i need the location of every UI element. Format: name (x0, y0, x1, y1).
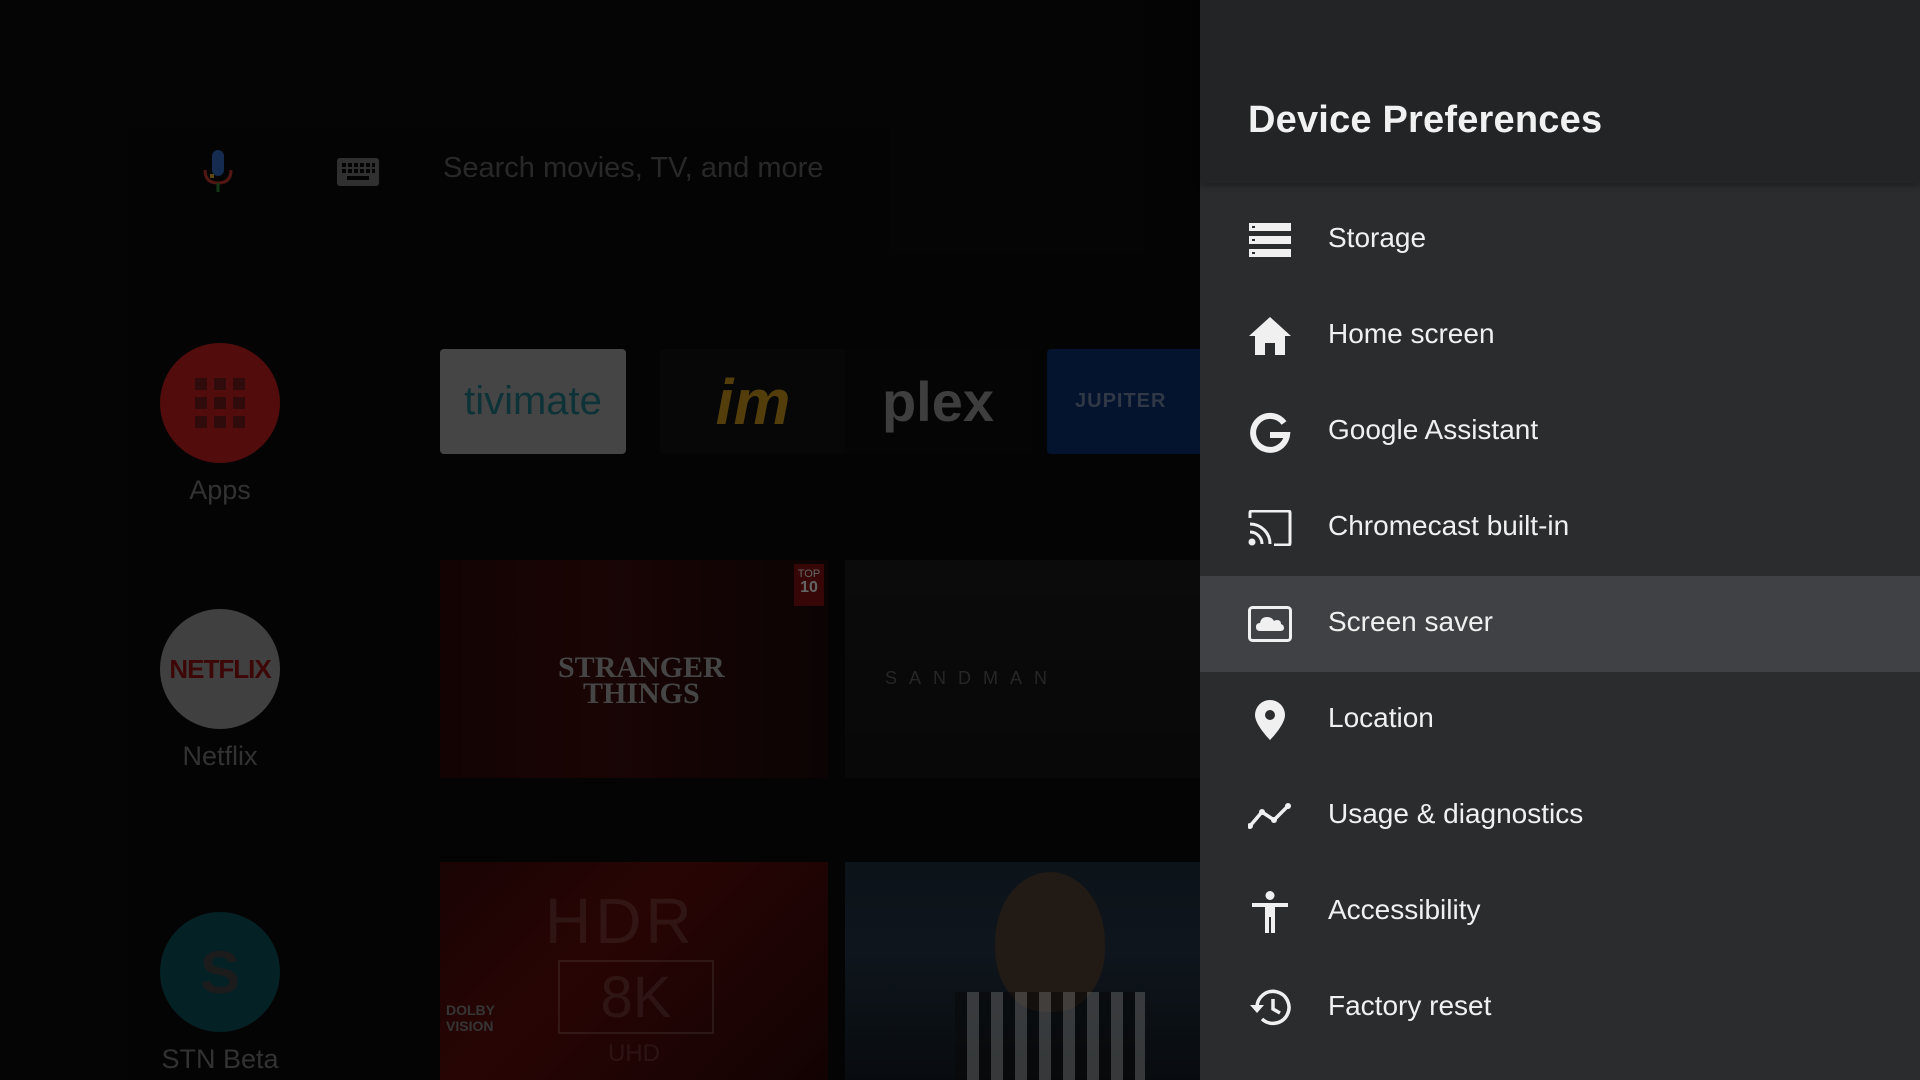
video-thumbnail-card[interactable] (845, 862, 1205, 1080)
menu-item-accessibility[interactable]: Accessibility (1200, 864, 1920, 960)
uhd-text: UHD (608, 1040, 660, 1067)
stn-beta-shortcut[interactable]: S STN Beta (160, 912, 280, 1075)
home-icon (1248, 316, 1292, 356)
menu-item-usage-diagnostics[interactable]: Usage & diagnostics (1200, 768, 1920, 864)
stranger-things-title: STRANGER THINGS (558, 651, 725, 710)
thumbnail-shirt (955, 992, 1145, 1080)
storage-icon (1248, 220, 1292, 260)
preferences-menu: Storage Home screen Google Assistant Chr… (1200, 192, 1920, 1056)
device-preferences-panel: Device Preferences Storage Home screen G… (1200, 0, 1920, 1080)
menu-label-home-screen: Home screen (1328, 318, 1495, 349)
hdr-8k-demo-card[interactable]: HDR 8K DOLBY VISION UHD (440, 862, 828, 1080)
accessibility-icon (1248, 891, 1292, 933)
menu-label-chromecast: Chromecast built-in (1328, 510, 1570, 541)
tivimate-logo: tivimate (464, 379, 602, 423)
sandman-title: SANDMAN (885, 668, 1060, 688)
dolby-vision-logo: DOLBY VISION (446, 1002, 495, 1034)
stranger-things-card[interactable]: STRANGER THINGS TOP 10 (440, 560, 828, 778)
menu-item-google-assistant[interactable]: Google Assistant (1200, 384, 1920, 480)
plex-logo: plex (881, 370, 995, 433)
thumbnail-face (995, 872, 1105, 1012)
im-logo: im (715, 365, 791, 438)
search-input[interactable]: Search movies, TV, and more (443, 152, 823, 185)
netflix-logo: NETFLIX (160, 609, 280, 729)
menu-item-home-screen[interactable]: Home screen (1200, 288, 1920, 384)
menu-label-screen-saver: Screen saver (1328, 606, 1493, 637)
menu-label-usage-diagnostics: Usage & diagnostics (1328, 798, 1584, 829)
jupiter-app-tile[interactable]: JUPITER (1047, 349, 1207, 454)
sandman-card[interactable]: SANDMAN (845, 560, 1205, 778)
cast-icon (1248, 508, 1292, 548)
menu-label-factory-reset: Factory reset (1328, 990, 1492, 1021)
microphone-icon[interactable] (200, 150, 236, 194)
im-app-tile[interactable]: im (660, 349, 846, 454)
menu-item-location[interactable]: Location (1200, 672, 1920, 768)
menu-label-location: Location (1328, 702, 1434, 733)
hdr-text: HDR (545, 885, 696, 957)
menu-item-screen-saver[interactable]: Screen saver (1200, 576, 1920, 672)
keyboard-icon[interactable] (337, 158, 379, 186)
menu-label-accessibility: Accessibility (1328, 894, 1481, 925)
google-g-icon (1248, 412, 1292, 453)
menu-label-storage: Storage (1328, 222, 1427, 253)
menu-item-chromecast[interactable]: Chromecast built-in (1200, 480, 1920, 576)
netflix-logo-text: NETFLIX (169, 653, 271, 684)
jupiter-logo: JUPITER (1075, 390, 1167, 412)
top-10-badge: TOP 10 (794, 564, 824, 606)
stn-logo-text: S (199, 938, 241, 1006)
usage-graph-icon (1248, 796, 1292, 836)
plex-app-tile[interactable]: plex (845, 349, 1031, 454)
panel-header: Device Preferences (1200, 0, 1920, 183)
menu-item-storage[interactable]: Storage (1200, 192, 1920, 288)
tivimate-app-tile[interactable]: tivimate (440, 349, 626, 454)
stn-logo: S (160, 912, 280, 1032)
menu-label-google-assistant: Google Assistant (1328, 414, 1539, 445)
location-pin-icon (1248, 700, 1292, 740)
netflix-shortcut[interactable]: NETFLIX Netflix (160, 609, 280, 772)
restore-history-icon (1248, 988, 1292, 1028)
panel-title: Device Preferences (1248, 99, 1603, 141)
apps-label: Apps (189, 475, 251, 505)
apps-shortcut[interactable]: Apps (160, 343, 280, 506)
8k-text: 8K (558, 960, 714, 1034)
screensaver-icon (1248, 604, 1292, 644)
menu-item-factory-reset[interactable]: Factory reset (1200, 960, 1920, 1056)
netflix-label: Netflix (182, 741, 258, 771)
stn-beta-label: STN Beta (161, 1044, 279, 1074)
apps-grid-icon (160, 343, 280, 463)
